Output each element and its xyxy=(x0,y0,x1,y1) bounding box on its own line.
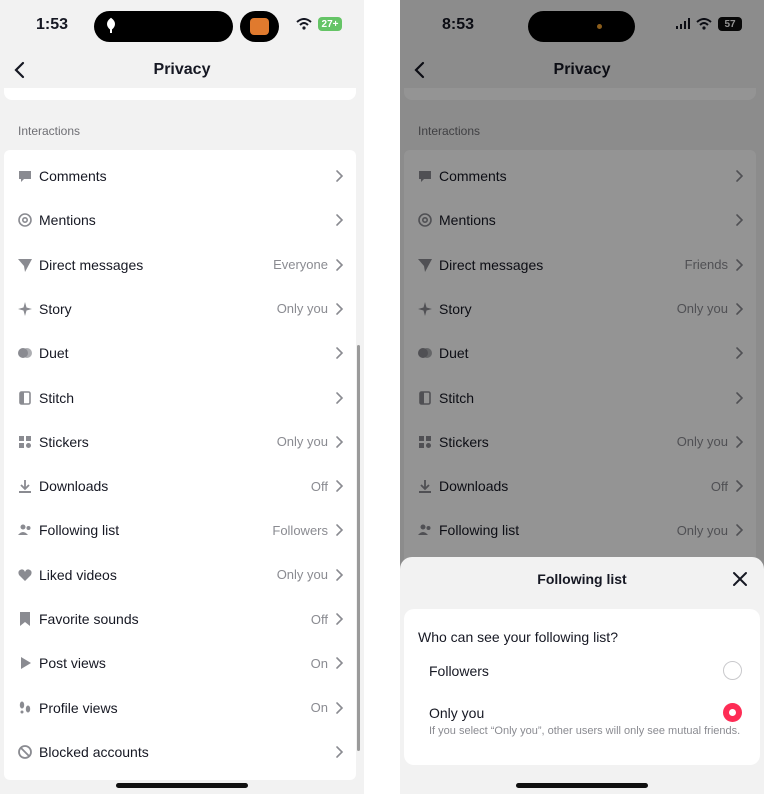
duet-icon xyxy=(18,348,32,359)
row-value: Only you xyxy=(276,567,328,583)
chevron-right-icon xyxy=(336,391,344,404)
chevron-right-icon xyxy=(336,613,344,625)
status-bar: 1:53 27+ xyxy=(0,0,364,52)
row-label: Following list xyxy=(39,522,120,539)
chevron-right-icon xyxy=(336,258,344,271)
row-value: Only you xyxy=(276,301,328,317)
radio-selected-icon[interactable] xyxy=(723,703,742,722)
row-value: Everyone xyxy=(273,257,328,273)
following-list-sheet: Following list Who can see your followin… xyxy=(400,557,764,794)
privacy-row-duet[interactable]: Duet xyxy=(4,331,356,375)
comment-icon xyxy=(19,171,31,182)
privacy-row-blocked-accounts[interactable]: Blocked accounts xyxy=(4,730,356,774)
battery-indicator: 27+ xyxy=(318,17,342,31)
radio-unselected-icon[interactable] xyxy=(723,661,742,680)
play-icon xyxy=(21,657,31,670)
status-icons: 27+ xyxy=(296,17,342,31)
row-label: Stickers xyxy=(39,433,89,450)
row-value: Off xyxy=(310,478,328,494)
download-icon xyxy=(19,480,31,494)
users-icon xyxy=(18,524,31,536)
blocked-icon xyxy=(18,744,32,759)
sticker-icon xyxy=(19,435,31,448)
option-only-you[interactable]: Only you xyxy=(404,699,760,727)
privacy-row-stitch[interactable]: Stitch xyxy=(4,376,356,420)
privacy-row-favorite-sounds[interactable]: Favorite sounds Off xyxy=(4,597,356,641)
privacy-row-direct-messages[interactable]: Direct messages Everyone xyxy=(4,243,356,287)
row-label: Story xyxy=(39,300,72,317)
row-label: Post views xyxy=(39,655,106,672)
row-label: Favorite sounds xyxy=(39,611,139,627)
chevron-right-icon xyxy=(336,746,344,758)
bookmark-icon xyxy=(20,612,30,626)
wifi-icon xyxy=(296,18,312,30)
status-time: 1:53 xyxy=(36,16,69,33)
stitch-icon xyxy=(19,390,31,405)
at-icon xyxy=(18,213,32,228)
close-icon[interactable] xyxy=(732,571,748,587)
chevron-right-icon xyxy=(336,568,344,581)
row-label: Direct messages xyxy=(39,256,144,273)
row-label: Downloads xyxy=(39,478,109,495)
heart-icon xyxy=(18,569,32,581)
privacy-row-liked-videos[interactable]: Liked videos Only you xyxy=(4,553,356,597)
scrollbar[interactable] xyxy=(357,345,360,751)
option-followers[interactable]: Followers xyxy=(404,657,760,685)
row-value: Only you xyxy=(276,434,328,450)
privacy-row-mentions[interactable]: Mentions xyxy=(4,198,356,242)
sparkle-icon xyxy=(18,301,32,316)
leaf-icon xyxy=(107,17,115,33)
nav-header: Privacy xyxy=(0,52,364,88)
row-label: Mentions xyxy=(39,212,96,229)
chevron-right-icon xyxy=(336,524,344,537)
chevron-right-icon xyxy=(336,170,344,182)
home-indicator xyxy=(516,783,648,788)
previous-section-card xyxy=(4,88,356,100)
row-label: Duet xyxy=(39,345,69,362)
send-icon xyxy=(18,258,32,272)
home-indicator xyxy=(116,783,248,788)
privacy-row-story[interactable]: Story Only you xyxy=(4,287,356,331)
row-label: Blocked accounts xyxy=(39,743,149,760)
privacy-row-stickers[interactable]: Stickers Only you xyxy=(4,420,356,464)
chevron-right-icon xyxy=(336,214,344,227)
chevron-right-icon xyxy=(336,347,344,359)
privacy-screen-left: 1:53 27+ Privacy Interactions Comments Me… xyxy=(0,0,364,794)
privacy-row-profile-views[interactable]: Profile views On xyxy=(4,686,356,730)
row-label: Profile views xyxy=(39,699,118,716)
privacy-screen-right: 8:53 57 Privacy Interactions Comments Men… xyxy=(400,0,764,794)
sheet-title: Following list xyxy=(537,571,627,587)
sheet-question: Who can see your following list? xyxy=(418,629,618,645)
chevron-right-icon xyxy=(336,480,344,492)
page-title: Privacy xyxy=(153,61,211,78)
chevron-right-icon xyxy=(336,303,344,315)
row-value: Off xyxy=(310,611,328,627)
visibility-options-card: Who can see your following list? Followe… xyxy=(404,609,760,765)
app-activity-icon xyxy=(240,11,279,42)
footprints-icon xyxy=(19,701,31,714)
privacy-row-comments[interactable]: Comments xyxy=(4,154,356,198)
privacy-row-following-list[interactable]: Following list Followers xyxy=(4,508,356,552)
row-label: Liked videos xyxy=(39,566,117,583)
section-label: Interactions xyxy=(18,124,81,138)
chevron-right-icon xyxy=(336,701,344,714)
row-value: On xyxy=(310,655,328,671)
row-value: Followers xyxy=(272,522,328,538)
option-label: Followers xyxy=(429,663,489,679)
row-value: On xyxy=(310,700,328,716)
option-note: If you select “Only you”, other users wi… xyxy=(429,725,741,737)
dynamic-island xyxy=(94,11,233,42)
option-label: Only you xyxy=(429,705,485,721)
interactions-list: Comments Mentions Direct messages Everyone S… xyxy=(4,150,356,780)
chevron-right-icon xyxy=(336,435,344,448)
row-label: Comments xyxy=(39,168,107,184)
privacy-row-downloads[interactable]: Downloads Off xyxy=(4,464,356,508)
privacy-row-post-views[interactable]: Post views On xyxy=(4,641,356,685)
row-label: Stitch xyxy=(39,389,75,406)
chevron-right-icon xyxy=(336,657,344,670)
